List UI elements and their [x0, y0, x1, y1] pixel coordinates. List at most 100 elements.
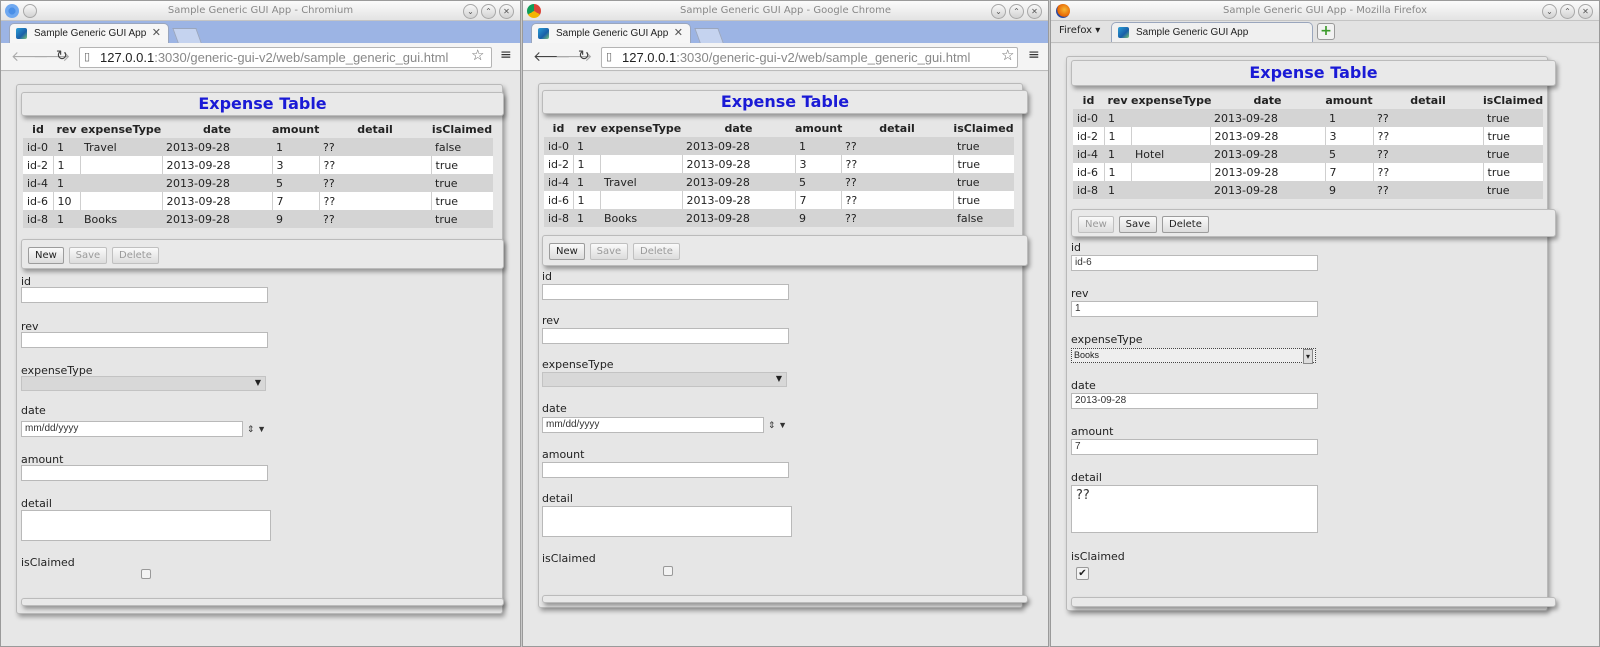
- is-claimed-checkbox[interactable]: [141, 569, 151, 579]
- amount-field[interactable]: 7: [1071, 439, 1318, 455]
- save-button[interactable]: Save: [589, 243, 629, 260]
- date-spinner-icon[interactable]: ⇕ ▼: [768, 418, 787, 432]
- date-field[interactable]: mm/dd/yyyy ⇕ ▼: [21, 421, 266, 437]
- address-bar[interactable]: ▯ 127.0.0.1:3030/generic-gui-v2/web/sampl…: [79, 47, 492, 68]
- col-amount[interactable]: amount: [1325, 91, 1373, 109]
- tab-sample-app[interactable]: Sample Generic GUI App ✕: [9, 23, 169, 43]
- delete-button[interactable]: Delete: [1162, 216, 1209, 233]
- table-row[interactable]: id-8 1 Books 2013-09-28 9?? false: [544, 209, 1014, 227]
- col-expense-type[interactable]: expenseType: [1131, 91, 1211, 109]
- maximize-icon[interactable]: ⌃: [1560, 4, 1575, 19]
- col-amount[interactable]: amount: [795, 119, 842, 137]
- amount-field[interactable]: [21, 465, 268, 481]
- new-button[interactable]: New: [549, 243, 585, 260]
- is-claimed-checkbox[interactable]: ✔: [1076, 567, 1089, 580]
- col-id[interactable]: id: [1073, 91, 1104, 109]
- tab-sample-app[interactable]: Sample Generic GUI App: [1111, 22, 1313, 42]
- cell: id-8: [1073, 181, 1104, 199]
- close-icon[interactable]: ✕: [1027, 4, 1042, 19]
- expense-type-select[interactable]: ▼: [21, 376, 266, 391]
- col-is-claimed[interactable]: isClaimed: [431, 120, 493, 138]
- new-tab-button[interactable]: [694, 28, 724, 43]
- col-expense-type[interactable]: expenseType: [600, 119, 682, 137]
- table-row[interactable]: id-4 1 Travel 2013-09-28 5?? true: [544, 173, 1014, 191]
- delete-button[interactable]: Delete: [633, 243, 680, 260]
- expense-type-select[interactable]: ▼: [542, 372, 787, 387]
- maximize-icon[interactable]: ⌃: [481, 4, 496, 19]
- col-amount[interactable]: amount: [272, 120, 319, 138]
- cell: 1: [52, 156, 80, 174]
- table-row[interactable]: id-6 1 2013-09-28 7?? true: [1073, 163, 1543, 181]
- save-button[interactable]: Save: [1118, 216, 1158, 233]
- address-bar[interactable]: ▯ 127.0.0.1:3030/generic-gui-v2/web/sampl…: [601, 47, 1018, 68]
- menu-icon[interactable]: ≡: [1028, 47, 1040, 63]
- minimize-icon[interactable]: ⌄: [1542, 4, 1557, 19]
- col-rev[interactable]: rev: [1104, 91, 1131, 109]
- window-menu-icon[interactable]: [23, 4, 37, 18]
- col-detail[interactable]: detail: [1373, 91, 1483, 109]
- table-row[interactable]: id-4 1 2013-09-28 5?? true: [23, 174, 493, 192]
- col-date[interactable]: date: [1210, 91, 1325, 109]
- expense-type-select[interactable]: Books ▾: [1071, 348, 1316, 364]
- rev-field[interactable]: [21, 332, 268, 348]
- col-detail[interactable]: detail: [319, 120, 431, 138]
- col-id[interactable]: id: [23, 120, 53, 138]
- menu-icon[interactable]: ≡: [500, 47, 512, 63]
- col-detail[interactable]: detail: [841, 119, 953, 137]
- col-is-claimed[interactable]: isClaimed: [1483, 91, 1543, 109]
- firefox-menu-button[interactable]: Firefox ▾: [1059, 25, 1100, 36]
- save-button[interactable]: Save: [68, 247, 108, 264]
- minimize-icon[interactable]: ⌄: [991, 4, 1006, 19]
- delete-button[interactable]: Delete: [112, 247, 159, 264]
- new-tab-button[interactable]: +: [1317, 23, 1335, 40]
- is-claimed-checkbox[interactable]: [663, 566, 673, 576]
- id-field[interactable]: [21, 287, 268, 303]
- table-row[interactable]: id-0 1 Travel 2013-09-28 1?? false: [23, 138, 493, 156]
- table-row[interactable]: id-2 1 2013-09-28 3?? true: [544, 155, 1014, 173]
- detail-textarea[interactable]: ??: [1071, 485, 1318, 533]
- reload-icon[interactable]: ↻: [56, 48, 68, 64]
- tab-sample-app[interactable]: Sample Generic GUI App ✕: [531, 23, 691, 43]
- reload-icon[interactable]: ↻: [578, 48, 590, 64]
- col-rev[interactable]: rev: [573, 119, 600, 137]
- col-rev[interactable]: rev: [53, 120, 80, 138]
- maximize-icon[interactable]: ⌃: [1009, 4, 1024, 19]
- table-row[interactable]: id-6 10 2013-09-28 7?? true: [23, 192, 493, 210]
- new-button[interactable]: New: [28, 247, 64, 264]
- date-field[interactable]: mm/dd/yyyy ⇕ ▼: [542, 417, 787, 433]
- table-row[interactable]: id-4 1 Hotel 2013-09-28 5?? true: [1073, 145, 1543, 163]
- rev-field[interactable]: 1: [1071, 301, 1318, 317]
- col-expense-type[interactable]: expenseType: [80, 120, 162, 138]
- id-field[interactable]: id-6: [1071, 255, 1318, 271]
- close-tab-icon[interactable]: ✕: [152, 24, 161, 43]
- col-is-claimed[interactable]: isClaimed: [953, 119, 1014, 137]
- minimize-icon[interactable]: ⌄: [463, 4, 478, 19]
- date-spinner-icon[interactable]: ⇕ ▼: [247, 422, 266, 436]
- bookmark-star-icon[interactable]: ☆: [1001, 46, 1014, 64]
- table-row[interactable]: id-8 1 2013-09-28 9?? true: [1073, 181, 1543, 199]
- close-icon[interactable]: ✕: [1578, 4, 1593, 19]
- cell: id-2: [544, 155, 573, 173]
- table-row[interactable]: id-8 1 Books 2013-09-28 9?? true: [23, 210, 493, 228]
- bookmark-star-icon[interactable]: ☆: [471, 46, 484, 64]
- detail-textarea[interactable]: [21, 510, 271, 541]
- close-icon[interactable]: ✕: [499, 4, 514, 19]
- col-date[interactable]: date: [682, 119, 795, 137]
- table-row[interactable]: id-2 1 2013-09-28 3?? true: [23, 156, 493, 174]
- close-tab-icon[interactable]: ✕: [674, 24, 683, 43]
- rev-field[interactable]: [542, 328, 789, 344]
- amount-field[interactable]: [542, 462, 789, 478]
- id-field[interactable]: [542, 284, 789, 300]
- date-field[interactable]: 2013-09-28: [1071, 393, 1318, 409]
- table-row[interactable]: id-2 1 2013-09-28 3?? true: [1073, 127, 1543, 145]
- table-row[interactable]: id-0 1 2013-09-28 1?? true: [1073, 109, 1543, 127]
- new-tab-button[interactable]: [172, 28, 202, 43]
- table-row[interactable]: id-6 1 2013-09-28 7?? true: [544, 191, 1014, 209]
- col-id[interactable]: id: [544, 119, 573, 137]
- table-row[interactable]: id-0 1 2013-09-28 1?? true: [544, 137, 1014, 155]
- detail-textarea[interactable]: [542, 506, 792, 537]
- cell: id-8: [544, 209, 573, 227]
- cell: 1: [53, 174, 80, 192]
- new-button[interactable]: New: [1078, 216, 1114, 233]
- col-date[interactable]: date: [162, 120, 272, 138]
